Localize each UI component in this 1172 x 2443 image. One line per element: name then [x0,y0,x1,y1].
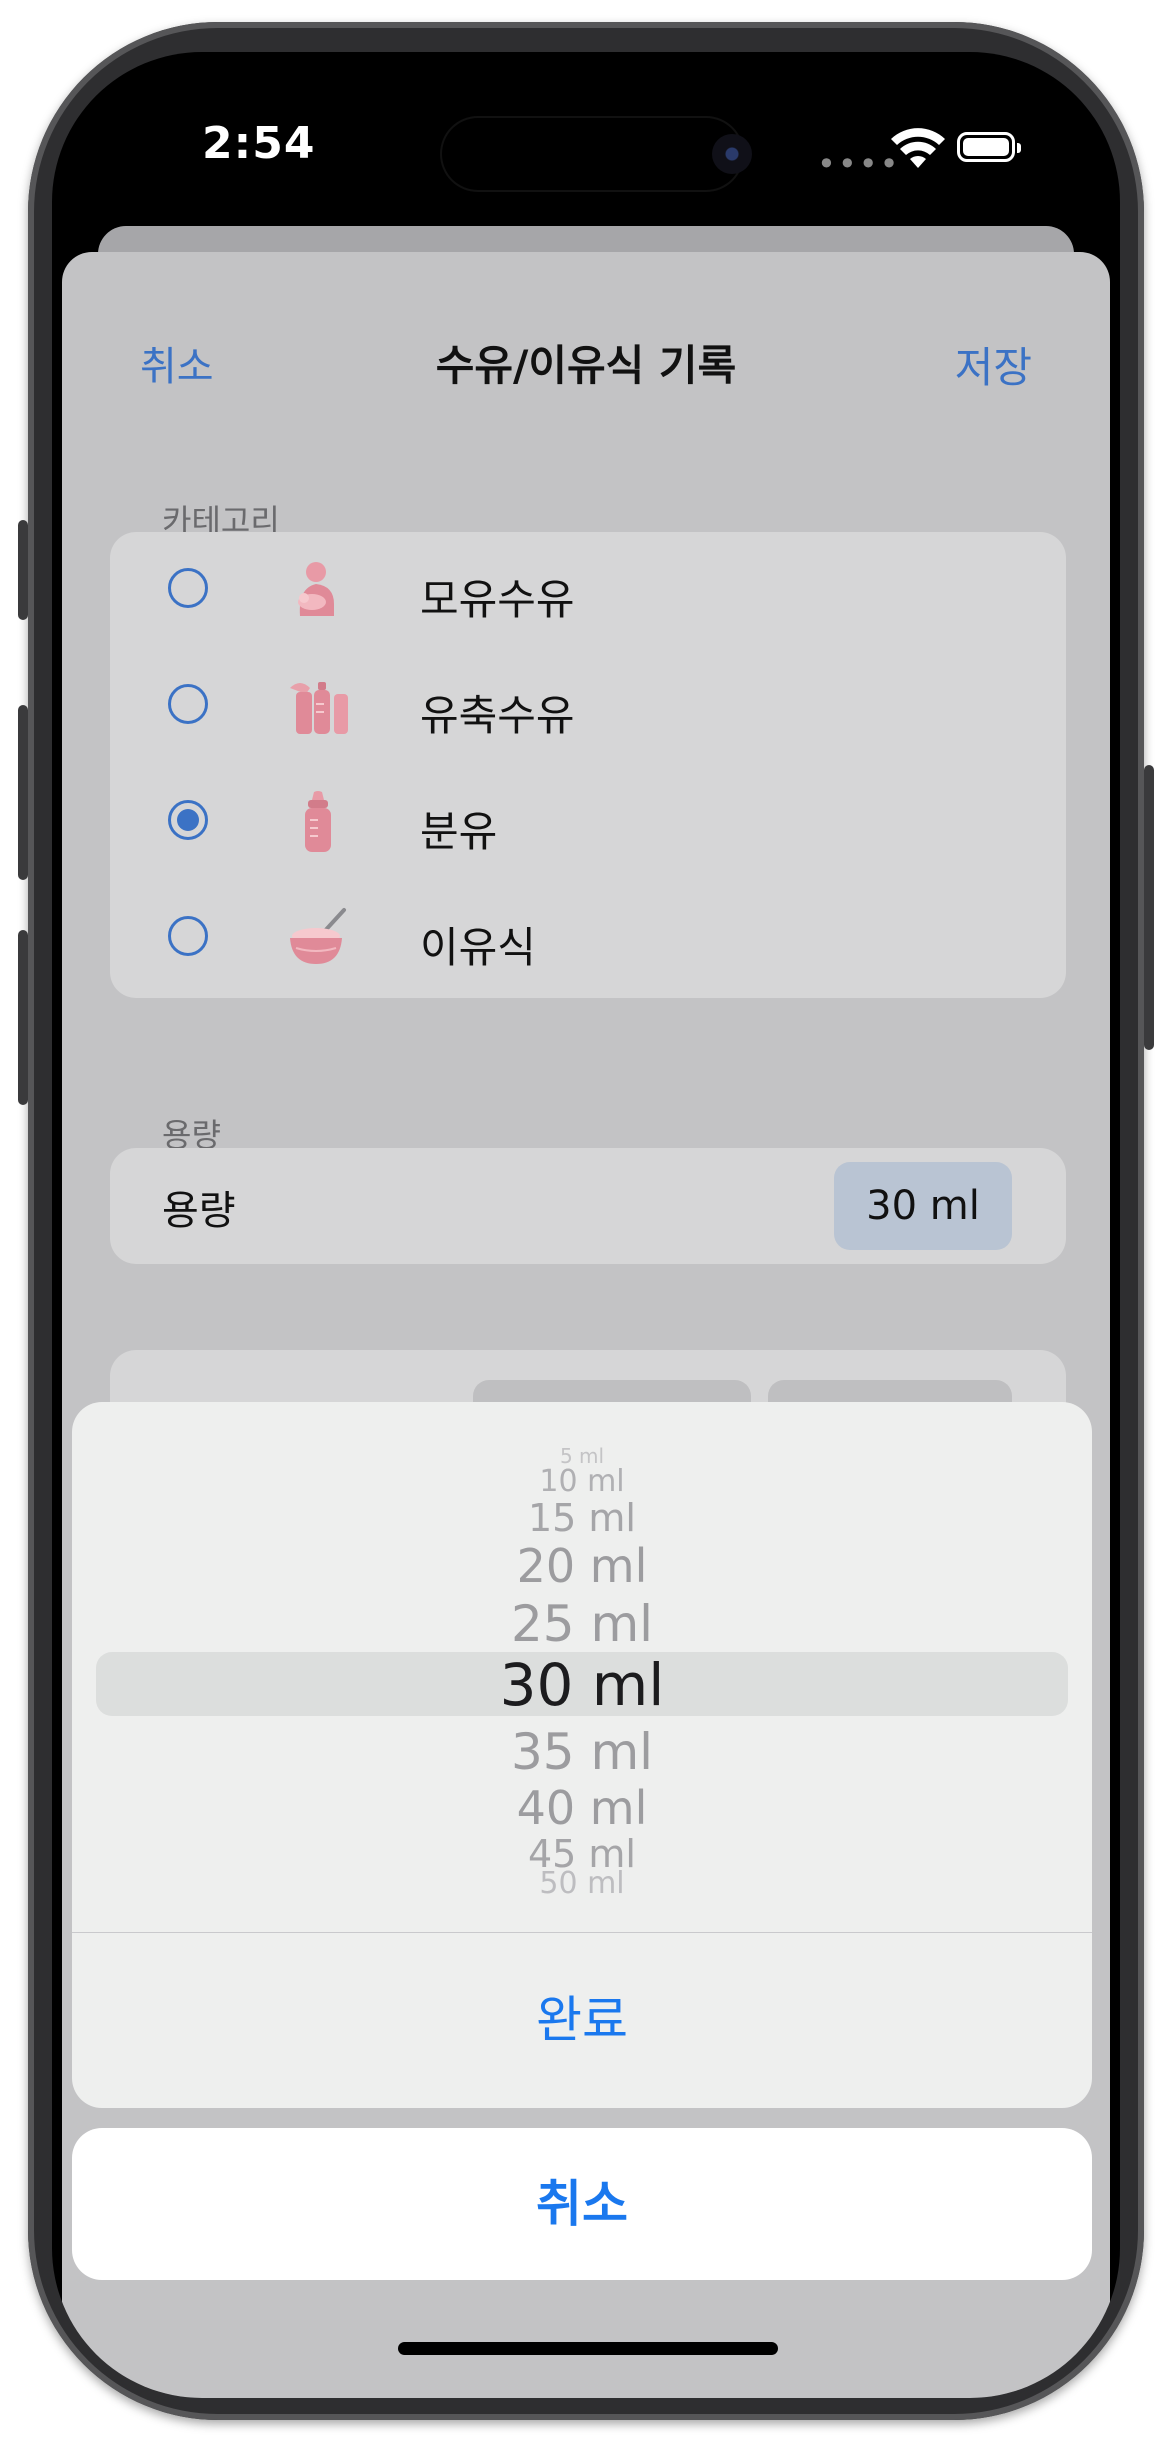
category-label: 이유식 [420,923,536,972]
picker-option[interactable]: 40 ml [72,1782,1092,1834]
amount-label: 용량 [162,1188,236,1234]
breastfeeding-icon [298,562,334,616]
category-row-breastfeeding[interactable]: 모유수유 [110,532,1066,648]
radio-unselected[interactable] [168,916,208,956]
picker-option[interactable]: 15 ml [72,1498,1092,1538]
category-group: 모유수유 유축수유 분유 이유식 [110,532,1066,998]
breast-pump-icon [290,682,348,734]
power-button [1144,765,1154,1050]
picker-done-button[interactable]: 완료 [72,1933,1092,2108]
status-time: 2:54 [202,118,316,169]
amount-value-button[interactable]: 30 ml [834,1162,1012,1250]
picker-option[interactable]: 10 ml [72,1466,1092,1498]
radio-unselected[interactable] [168,568,208,608]
dynamic-island [442,118,742,190]
picker-option[interactable]: 25 ml [72,1596,1092,1652]
picker-option[interactable]: 35 ml [72,1724,1092,1780]
camera-icon [712,134,752,174]
radio-selected[interactable] [168,800,208,840]
amount-picker-wheel[interactable]: 5 ml 10 ml 15 ml 20 ml 25 ml 30 ml 35 ml… [72,1402,1092,1932]
category-label: 모유수유 [420,575,575,624]
volume-up-button [18,705,28,880]
amount-picker-sheet: 5 ml 10 ml 15 ml 20 ml 25 ml 30 ml 35 ml… [72,1402,1092,2108]
volume-down-button [18,930,28,1105]
baby-food-bowl-icon [290,908,346,964]
signal-dots-icon: •••• [817,145,901,183]
picker-cancel-button[interactable]: 취소 [72,2128,1092,2280]
picker-option[interactable]: 20 ml [72,1540,1092,1592]
category-row-formula[interactable]: 분유 [110,764,1066,880]
baby-bottle-icon [305,791,331,852]
nav-save-button[interactable]: 저장 [955,334,1032,395]
screen: 2:54 •••• 취소 수유/이유식 기록 저장 카테고리 모유수유 유축수유… [52,52,1120,2398]
category-row-pumping[interactable]: 유축수유 [110,648,1066,764]
category-label: 유축수유 [420,691,575,740]
picker-option[interactable]: 50 ml [72,1869,1092,1899]
mute-switch [18,520,28,620]
category-row-baby-food[interactable]: 이유식 [110,880,1066,996]
picker-option-selected[interactable]: 30 ml [72,1654,1092,1716]
home-indicator[interactable] [398,2342,778,2355]
category-label: 분유 [420,807,498,856]
battery-icon [957,132,1021,162]
picker-option[interactable]: 5 ml [72,1446,1092,1466]
amount-group: 용량 30 ml [110,1148,1066,1264]
radio-unselected[interactable] [168,684,208,724]
wifi-icon [891,128,945,168]
